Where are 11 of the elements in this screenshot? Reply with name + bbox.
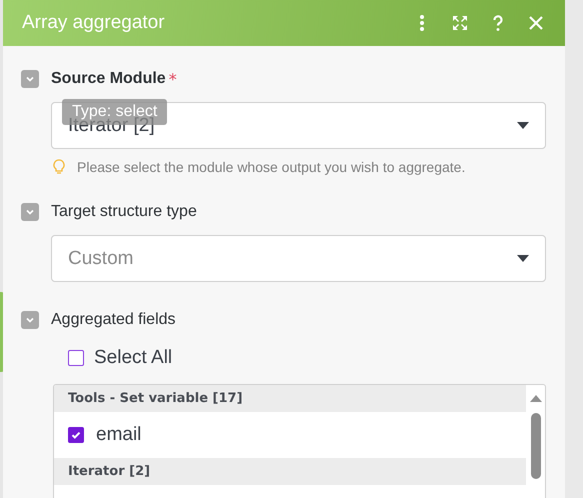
field-label: Source Module [51,70,166,88]
field-label: Target structure type [51,203,197,221]
hint-text: Please select the module whose output you wish to aggregate. [77,159,466,175]
field-label: Aggregated fields [51,311,176,329]
group-header: Tools - Set variable [17] [54,385,526,412]
required-mark: * [168,70,177,88]
field-name: email [96,424,142,446]
window-title: Array aggregator [22,12,165,34]
group-header: Iterator [2] [54,458,526,485]
checkbox-label: Select All [94,347,172,369]
select-value: Custom [68,248,134,270]
